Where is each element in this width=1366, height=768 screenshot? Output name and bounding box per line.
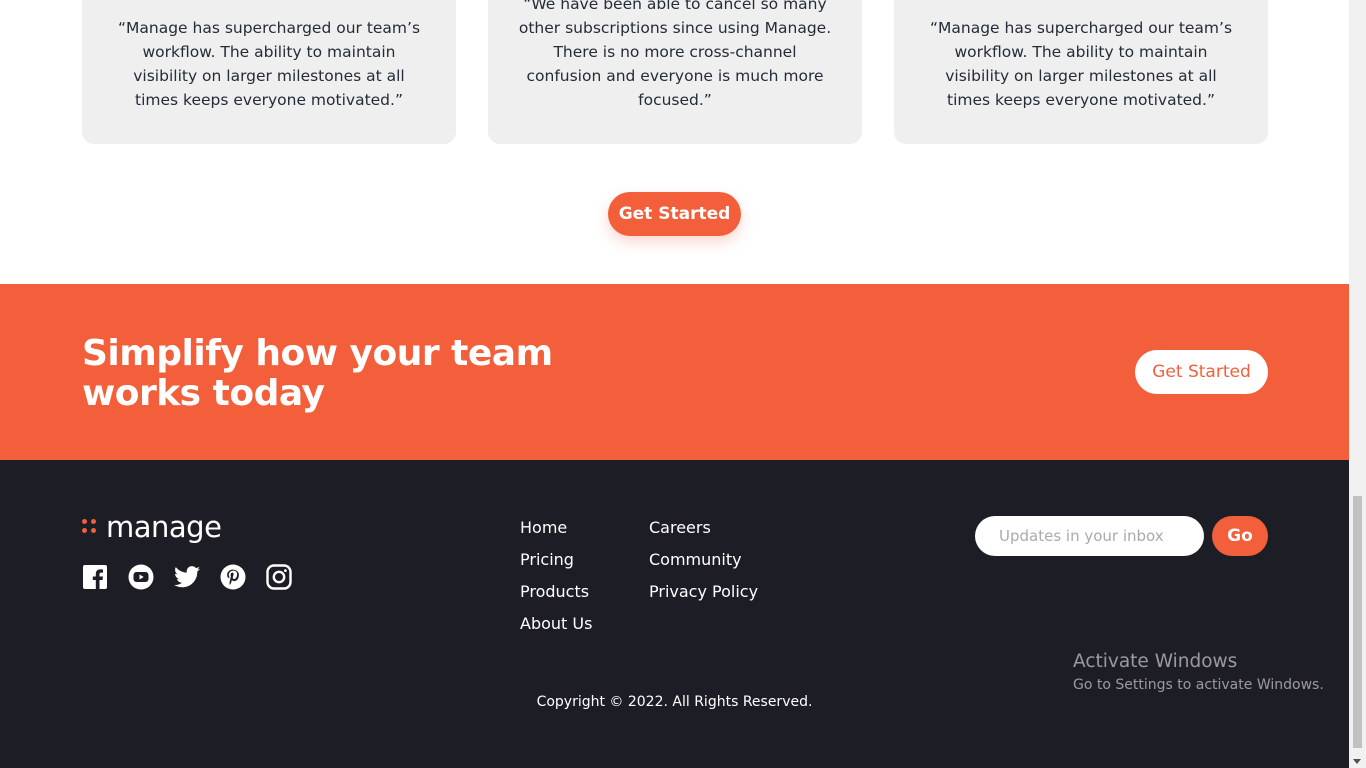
testimonial-card: “Manage has supercharged our team’s work… bbox=[82, 0, 456, 144]
pinterest-icon[interactable] bbox=[220, 564, 246, 590]
footer-link-pricing[interactable]: Pricing bbox=[520, 550, 592, 570]
footer-link-home[interactable]: Home bbox=[520, 518, 592, 538]
twitter-icon[interactable] bbox=[174, 564, 200, 590]
footer-nav-secondary: Careers Community Privacy Policy bbox=[649, 518, 758, 602]
footer-nav-primary: Home Pricing Products About Us bbox=[520, 518, 592, 634]
copyright-text: Copyright © 2022. All Rights Reserved. bbox=[536, 694, 813, 710]
social-links bbox=[82, 564, 292, 590]
footer: manage Home Pricing Products About Us Ca… bbox=[0, 460, 1349, 768]
testimonials-section: “Manage has supercharged our team’s work… bbox=[0, 0, 1349, 284]
footer-link-careers[interactable]: Careers bbox=[649, 518, 758, 538]
page: “Manage has supercharged our team’s work… bbox=[0, 0, 1349, 768]
footer-link-products[interactable]: Products bbox=[520, 582, 592, 602]
vertical-scrollbar[interactable] bbox=[1349, 0, 1366, 768]
testimonial-quote: “Manage has supercharged our team’s work… bbox=[117, 19, 421, 109]
activate-windows-watermark: Activate Windows Go to Settings to activ… bbox=[1073, 650, 1324, 696]
logo-mark-icon bbox=[82, 518, 98, 536]
logo-text: manage bbox=[106, 510, 222, 544]
watermark-subtitle: Go to Settings to activate Windows. bbox=[1073, 677, 1324, 693]
cta-get-started-button[interactable]: Get Started bbox=[1135, 350, 1268, 394]
cta-heading: Simplify how your team works today bbox=[82, 333, 553, 414]
youtube-icon[interactable] bbox=[128, 564, 154, 590]
scrollbar-thumb[interactable] bbox=[1353, 496, 1362, 748]
footer-link-privacy-policy[interactable]: Privacy Policy bbox=[649, 582, 758, 602]
footer-link-about-us[interactable]: About Us bbox=[520, 614, 592, 634]
newsletter-go-button[interactable]: Go bbox=[1212, 516, 1268, 556]
watermark-title: Activate Windows bbox=[1073, 651, 1238, 672]
newsletter-form: Go bbox=[975, 516, 1268, 556]
testimonial-quote: “Manage has supercharged our team’s work… bbox=[929, 19, 1233, 109]
newsletter-email-input[interactable] bbox=[975, 516, 1204, 556]
facebook-icon[interactable] bbox=[82, 564, 108, 590]
testimonial-card: “Manage has supercharged our team’s work… bbox=[894, 0, 1268, 144]
logo[interactable]: manage bbox=[82, 510, 222, 544]
testimonial-card: “We have been able to cancel so many oth… bbox=[488, 0, 862, 144]
scroll-down-arrow-icon[interactable] bbox=[1353, 759, 1361, 764]
footer-link-community[interactable]: Community bbox=[649, 550, 758, 570]
instagram-icon[interactable] bbox=[266, 564, 292, 590]
get-started-button[interactable]: Get Started bbox=[608, 192, 741, 236]
testimonial-quote: “We have been able to cancel so many oth… bbox=[518, 0, 832, 109]
cta-band: Simplify how your team works today Get S… bbox=[0, 284, 1349, 460]
